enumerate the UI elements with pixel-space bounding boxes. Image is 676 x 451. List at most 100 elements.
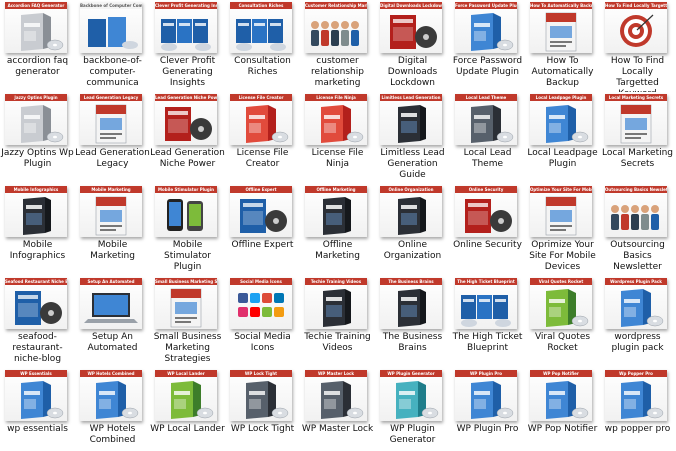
product-thumbnail[interactable]: How To Automatically Backup (530, 2, 592, 53)
product-thumbnail[interactable]: Clever Profit Generating Insights (155, 2, 217, 53)
product-item[interactable]: WP Hotels Combined WP Hotels Combined (75, 368, 150, 451)
product-item[interactable]: Online Security Online Security (450, 184, 525, 276)
thumbnail-banner: WP Plugin Generator (380, 370, 442, 377)
product-thumbnail[interactable]: Force Password Update Plugin (455, 2, 517, 53)
thumbnail-banner: License File Creator (230, 94, 292, 101)
product-item[interactable]: Outsourcing Basics Newsletter Outsourcing… (600, 184, 675, 276)
product-item[interactable]: WP Master Lock WP Master Lock (300, 368, 375, 451)
product-thumbnail[interactable]: Social Media Icons (230, 278, 292, 329)
thumbnail-banner: Lead Generation Niche Power (155, 94, 217, 101)
product-item[interactable]: Jazzy Optins Plugin Jazzy Optins Wp Plugi… (0, 92, 75, 184)
product-thumbnail[interactable]: Setup An Automated (80, 278, 142, 329)
product-item[interactable]: How To Find Locally Targetted Keyword How… (600, 0, 675, 92)
product-thumbnail[interactable]: WP Hotels Combined (80, 370, 142, 421)
product-thumbnail[interactable]: How To Find Locally Targetted Keyword (605, 2, 667, 53)
product-item[interactable]: Clever Profit Generating Insights Clever … (150, 0, 225, 92)
product-thumbnail[interactable]: Backbone of Computer Communications (80, 2, 142, 53)
product-thumbnail[interactable]: WP Master Lock (305, 370, 367, 421)
product-item[interactable]: Local Leadpage Plugin Local Leadpage Plug… (525, 92, 600, 184)
product-item[interactable]: Optimize Your Site For Mobile Devices Opr… (525, 184, 600, 276)
product-item[interactable]: License File Ninja License File Ninja (300, 92, 375, 184)
product-item[interactable]: Small Business Marketing Strategies Small… (150, 276, 225, 368)
product-item[interactable]: The Business Brains The Business Brains (375, 276, 450, 368)
product-thumbnail[interactable]: Jazzy Optins Plugin (5, 94, 67, 145)
product-item[interactable]: Techie Training Videos Techie Training Vi… (300, 276, 375, 368)
product-item[interactable]: Online Organization Online Organization (375, 184, 450, 276)
product-thumbnail[interactable]: Optimize Your Site For Mobile Devices (530, 186, 592, 237)
product-thumbnail[interactable]: Seafood Restaurant Niche Blog (5, 278, 67, 329)
product-thumbnail[interactable]: License File Ninja (305, 94, 367, 145)
product-item[interactable]: WP Pop Notifier WP Pop Notifier (525, 368, 600, 451)
product-item[interactable]: Force Password Update Plugin Force Passwo… (450, 0, 525, 92)
product-item[interactable]: Digital Downloads Lockdown Digital Downlo… (375, 0, 450, 92)
product-item[interactable]: Viral Quotes Rocket Viral Quotes Rocket (525, 276, 600, 368)
product-item[interactable]: WP Plugin Generator WP Plugin Generator (375, 368, 450, 451)
product-image (95, 104, 127, 144)
product-thumbnail[interactable]: Local Marketing Secrets (605, 94, 667, 145)
product-thumbnail[interactable]: Mobile Infographics (5, 186, 67, 237)
product-thumbnail[interactable]: Customer Relationship Marketing (305, 2, 367, 53)
product-thumbnail[interactable]: Outsourcing Basics Newsletter (605, 186, 667, 237)
product-item[interactable]: Mobile Marketing Mobile Marketing (75, 184, 150, 276)
product-item[interactable]: Mobile Stimulator Plugin Mobile Stimulato… (150, 184, 225, 276)
product-item[interactable]: Offline Marketing Offline Marketing (300, 184, 375, 276)
product-thumbnail[interactable]: WP Plugin Pro (455, 370, 517, 421)
product-item[interactable]: WP Local Lander WP Local Lander (150, 368, 225, 451)
product-thumbnail[interactable]: WP Local Lander (155, 370, 217, 421)
product-label: Lead Generation Legacy (75, 148, 150, 169)
product-thumbnail[interactable]: WP Lock Tight (230, 370, 292, 421)
product-thumbnail[interactable]: Accordion FAQ Generator (5, 2, 67, 53)
product-thumbnail[interactable]: Offline Marketing (305, 186, 367, 237)
product-item[interactable]: Local Lead Theme Local Lead Theme (450, 92, 525, 184)
product-thumbnail[interactable]: Local Leadpage Plugin (530, 94, 592, 145)
product-item[interactable]: Wordpress Plugin Pack wordpress plugin pa… (600, 276, 675, 368)
product-thumbnail[interactable]: Mobile Stimulator Plugin (155, 186, 217, 237)
product-thumbnail[interactable]: Wordpress Plugin Pack (605, 278, 667, 329)
product-thumbnail[interactable]: Lead Generation Niche Power (155, 94, 217, 145)
product-thumbnail[interactable]: Wp Popper Pro (605, 370, 667, 421)
product-thumbnail[interactable]: Consultation Riches (230, 2, 292, 53)
product-thumbnail[interactable]: Viral Quotes Rocket (530, 278, 592, 329)
product-thumbnail[interactable]: Limitless Lead Generation (380, 94, 442, 145)
product-thumbnail[interactable]: Online Security (455, 186, 517, 237)
product-thumbnail[interactable]: WP Plugin Generator (380, 370, 442, 421)
product-item[interactable]: Limitless Lead Generation Limitless Lead … (375, 92, 450, 184)
product-item[interactable]: Mobile Infographics Mobile Infographics (0, 184, 75, 276)
product-item[interactable]: Seafood Restaurant Niche Blog seafood-res… (0, 276, 75, 368)
product-item[interactable]: Customer Relationship Marketing customer … (300, 0, 375, 92)
product-item[interactable]: License File Creator License File Creator (225, 92, 300, 184)
product-item[interactable]: Backbone of Computer Communications backb… (75, 0, 150, 92)
product-thumbnail[interactable]: Small Business Marketing Strategies (155, 278, 217, 329)
product-thumbnail[interactable]: The High Ticket Blueprint (455, 278, 517, 329)
product-thumbnail[interactable]: Lead Generation Legacy (80, 94, 142, 145)
product-item[interactable]: How To Automatically Backup How To Automa… (525, 0, 600, 92)
product-item[interactable]: Setup An Automated Setup An Automated (75, 276, 150, 368)
product-item[interactable]: Local Marketing Secrets Local Marketing S… (600, 92, 675, 184)
product-item[interactable]: Accordion FAQ Generator accordion faq gen… (0, 0, 75, 92)
product-thumbnail[interactable]: Mobile Marketing (80, 186, 142, 237)
product-thumbnail[interactable]: The Business Brains (380, 278, 442, 329)
product-thumbnail[interactable]: WP Pop Notifier (530, 370, 592, 421)
product-item[interactable]: WP Plugin Pro WP Plugin Pro (450, 368, 525, 451)
product-item[interactable]: Lead Generation Legacy Lead Generation Le… (75, 92, 150, 184)
product-item[interactable]: Consultation Riches Consultation Riches (225, 0, 300, 92)
product-thumbnail[interactable]: WP Essentials (5, 370, 67, 421)
product-label: WP Plugin Generator (389, 424, 436, 445)
product-image (323, 289, 351, 327)
product-item[interactable]: WP Lock Tight WP Lock Tight (225, 368, 300, 451)
product-item[interactable]: The High Ticket Blueprint The High Ticket… (450, 276, 525, 368)
product-item[interactable]: Offline Expert Offline Expert (225, 184, 300, 276)
product-thumbnail[interactable]: Techie Training Videos (305, 278, 367, 329)
product-thumbnail[interactable]: Online Organization (380, 186, 442, 237)
product-item[interactable]: WP Essentials wp essentials (0, 368, 75, 451)
product-thumbnail[interactable]: Digital Downloads Lockdown (380, 2, 442, 53)
product-thumbnail[interactable]: License File Creator (230, 94, 292, 145)
product-thumbnail[interactable]: Local Lead Theme (455, 94, 517, 145)
product-item[interactable]: Wp Popper Pro wp popper pro (600, 368, 675, 451)
product-image (84, 293, 138, 323)
thumbnail-banner: How To Find Locally Targetted Keyword (605, 2, 667, 9)
product-item[interactable]: Lead Generation Niche Power Lead Generati… (150, 92, 225, 184)
product-thumbnail[interactable]: Offline Expert (230, 186, 292, 237)
thumbnail-banner: Local Leadpage Plugin (530, 94, 592, 101)
product-item[interactable]: Social Media Icons Social Media Icons (225, 276, 300, 368)
